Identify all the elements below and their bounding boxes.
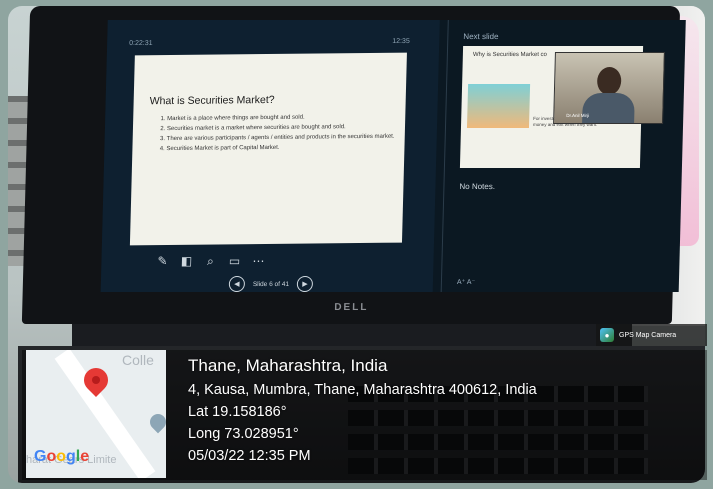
next-slide-label: Next slide <box>463 32 499 41</box>
gps-map-camera-badge: ● GPS Map Camera <box>596 324 707 346</box>
bullet-item: Securities Market is part of Capital Mar… <box>166 143 396 154</box>
zoom-icon[interactable]: ⌕ <box>203 254 217 268</box>
speaker-notes: No Notes. <box>459 182 496 191</box>
poi-pin-icon <box>146 410 166 434</box>
map-place-label: Colle <box>122 352 154 368</box>
dell-logo: DELL <box>334 302 369 313</box>
slide-navigation: ◀ Slide 6 of 41 ▶ <box>228 276 314 292</box>
location-title: Thane, Maharashtra, India <box>188 356 388 375</box>
latitude: Lat 19.158186° <box>188 404 287 420</box>
laptop-screen: 0:22:31 12:35 What is Securities Market?… <box>100 20 686 292</box>
next-slide-image <box>466 84 531 128</box>
location-address: 4, Kausa, Mumbra, Thane, Maharashtra 400… <box>188 382 537 398</box>
screen-icon[interactable]: ▭ <box>227 254 241 268</box>
video-name: Dr.Anil Mirji <box>566 113 590 118</box>
presentation-timer: 0:22:31 <box>129 40 153 47</box>
notes-font-size-icon[interactable]: A⁺ A⁻ <box>457 278 476 286</box>
current-slide-panel: 0:22:31 12:35 What is Securities Market?… <box>100 20 440 292</box>
laser-icon[interactable]: ◧ <box>179 254 193 268</box>
bullet-item: There are various participants / agents … <box>167 133 397 144</box>
google-logo: Google <box>34 448 90 465</box>
presenter-toolbar: ✎ ◧ ⌕ ▭ ⋯ <box>155 254 265 269</box>
longitude: Long 73.028951° <box>188 426 299 442</box>
current-slide: What is Securities Market? Market is a p… <box>129 52 407 246</box>
slide-bullets: Market is a place where things are bough… <box>154 113 397 156</box>
location-details: Thane, Maharashtra, India 4, Kausa, Mumb… <box>188 356 537 470</box>
pin-dot <box>92 376 100 384</box>
slide-title: What is Securities Market? <box>149 93 275 108</box>
bullet-item: Market is a place where things are bough… <box>167 113 397 124</box>
next-slide-title: Why is Securities Market co <box>472 52 547 58</box>
camera-icon: ● <box>600 328 614 342</box>
slide-counter: Slide 6 of 41 <box>252 280 290 288</box>
more-icon[interactable]: ⋯ <box>251 254 265 268</box>
pen-icon[interactable]: ✎ <box>155 254 169 268</box>
presenter-body <box>582 93 635 123</box>
map-thumbnail: Colle harat Gears Limite Google <box>26 350 166 478</box>
previous-slide-icon[interactable]: ◀ <box>228 276 246 292</box>
presenter-head <box>596 67 622 95</box>
bullet-item: Securities market is a market where secu… <box>167 123 397 134</box>
presentation-clock: 12:35 <box>392 38 410 45</box>
panel-divider <box>440 20 449 292</box>
next-slide-icon[interactable]: ▶ <box>296 276 314 292</box>
badge-label: GPS Map Camera <box>619 331 677 339</box>
laptop-hinge <box>72 324 632 346</box>
laptop-lid: 0:22:31 12:35 What is Securities Market?… <box>21 6 686 324</box>
video-tile: Dr.Anil Mirji <box>553 52 665 124</box>
timestamp: 05/03/22 12:35 PM <box>188 448 311 464</box>
